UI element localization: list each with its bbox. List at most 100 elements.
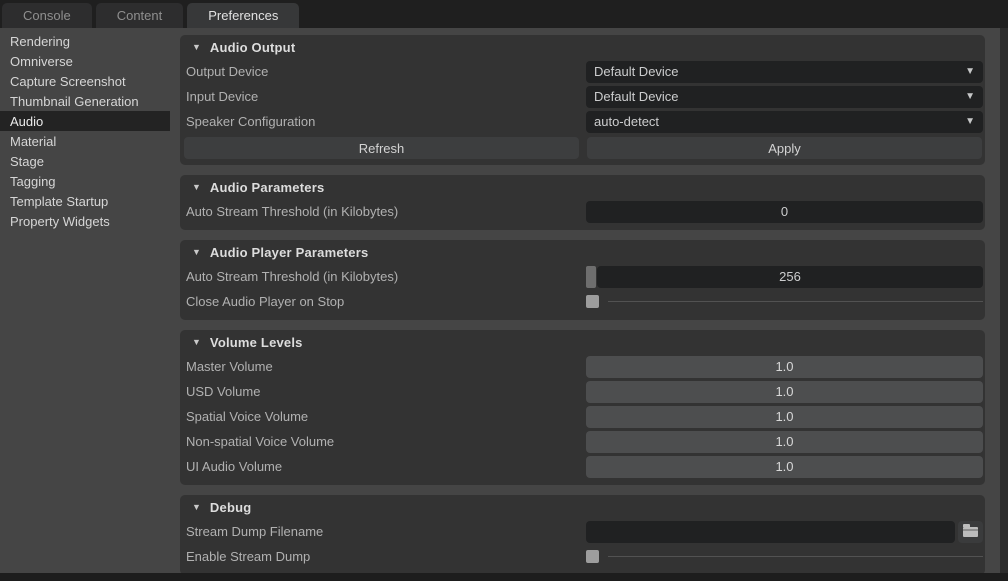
- collapse-arrow-icon: ▼: [192, 337, 201, 347]
- apply-button[interactable]: Apply: [587, 137, 982, 159]
- control-auto-stream-threshold-in-kilobytes: 0: [586, 201, 983, 223]
- button-row: Refresh Apply: [184, 137, 982, 159]
- control-auto-stream-threshold-in-kilobytes: 256: [586, 266, 983, 288]
- output-device-dropdown[interactable]: Default Device▼: [586, 61, 983, 83]
- control-stream-dump-filename: [586, 521, 983, 543]
- tab-content[interactable]: Content: [96, 3, 184, 28]
- stream-dump-filename-input[interactable]: [586, 521, 955, 543]
- field-label: Stream Dump Filename: [184, 524, 586, 539]
- field-label: Non-spatial Voice Volume: [184, 434, 586, 449]
- row-speaker-configuration: Speaker Configuration auto-detect ▼: [184, 109, 983, 134]
- field-label: Output Device: [184, 64, 586, 79]
- auto-stream-threshold-in-kilobytes-drag-field: 256: [586, 266, 983, 288]
- dropdown-arrow-icon: ▼: [957, 116, 975, 127]
- tab-preferences[interactable]: Preferences: [187, 3, 299, 28]
- input-value: 256: [779, 269, 801, 284]
- auto-stream-threshold-in-kilobytes-input[interactable]: 256: [597, 266, 983, 288]
- section-header-audio-parameters[interactable]: ▼ Audio Parameters: [184, 175, 983, 199]
- field-label: UI Audio Volume: [184, 459, 586, 474]
- section-volume-levels: ▼Volume LevelsMaster Volume1.0USD Volume…: [180, 330, 985, 485]
- tab-console[interactable]: Console: [2, 3, 92, 28]
- section-header-volume-levels[interactable]: ▼Volume Levels: [184, 330, 983, 354]
- row-usd-volume: USD Volume1.0: [184, 379, 983, 404]
- row-input-device: Input Device Default Device ▼: [184, 84, 983, 109]
- slider-value: 1.0: [775, 459, 793, 474]
- dropdown-value: Default Device: [594, 89, 679, 104]
- sidebar-item-audio[interactable]: Audio: [0, 111, 170, 131]
- section-debug: ▼ Debug Stream Dump Filename Enable Stream …: [180, 495, 985, 575]
- slider-value: 1.0: [775, 434, 793, 449]
- section-header-debug[interactable]: ▼ Debug: [184, 495, 983, 519]
- control-ui-audio-volume: 1.0: [586, 456, 983, 478]
- row-master-volume: Master Volume 1.0: [184, 354, 983, 379]
- window-bottom-edge: [0, 573, 1008, 581]
- input-device-dropdown[interactable]: Default Device ▼: [586, 86, 983, 108]
- close-audio-player-on-stop-checkbox-row: [586, 295, 983, 308]
- section-audio-parameters: ▼ Audio Parameters Auto Stream Threshold (…: [180, 175, 985, 230]
- sidebar-item-template-startup[interactable]: Template Startup: [0, 191, 170, 211]
- preferences-sidebar: RenderingOmniverseCapture ScreenshotThum…: [0, 28, 170, 231]
- row-enable-stream-dump: Enable Stream Dump: [184, 544, 983, 569]
- non-spatial-voice-volume-slider[interactable]: 1.0: [586, 431, 983, 453]
- section-title: Audio Parameters: [210, 180, 324, 195]
- tab-bar: ConsoleContentPreferences: [0, 0, 1008, 28]
- row-stream-dump-filename: Stream Dump Filename: [184, 519, 983, 544]
- section-title: Audio Output: [210, 40, 295, 55]
- master-volume-slider[interactable]: 1.0: [586, 356, 983, 378]
- field-label: Auto Stream Threshold (in Kilobytes): [184, 269, 586, 284]
- row-auto-stream-threshold-in-kilobytes: Auto Stream Threshold (in Kilobytes) 256: [184, 264, 983, 289]
- control-output-device: Default Device▼: [586, 61, 983, 83]
- field-label: Speaker Configuration: [184, 114, 586, 129]
- spatial-voice-volume-slider[interactable]: 1.0: [586, 406, 983, 428]
- field-label: Input Device: [184, 89, 586, 104]
- slider-value: 1.0: [775, 384, 793, 399]
- collapse-arrow-icon: ▼: [192, 247, 201, 257]
- field-label: Master Volume: [184, 359, 586, 374]
- control-speaker-configuration: auto-detect ▼: [586, 111, 983, 133]
- stream-dump-filename-file-row: [586, 521, 983, 543]
- sidebar-item-capture-screenshot[interactable]: Capture Screenshot: [0, 71, 170, 91]
- refresh-button[interactable]: Refresh: [184, 137, 579, 159]
- enable-stream-dump-checkbox[interactable]: [586, 550, 599, 563]
- section-title: Audio Player Parameters: [210, 245, 369, 260]
- collapse-arrow-icon: ▼: [192, 502, 201, 512]
- control-spatial-voice-volume: 1.0: [586, 406, 983, 428]
- dropdown-arrow-icon: ▼: [957, 91, 975, 102]
- field-label: Auto Stream Threshold (in Kilobytes): [184, 204, 586, 219]
- folder-icon: [963, 527, 978, 537]
- sidebar-item-thumbnail-generation[interactable]: Thumbnail Generation: [0, 91, 170, 111]
- input-value: 0: [781, 204, 788, 219]
- slider-value: 1.0: [775, 359, 793, 374]
- dropdown-value: auto-detect: [594, 114, 659, 129]
- vertical-scrollbar[interactable]: [1000, 28, 1008, 573]
- preferences-content: ▼Audio OutputOutput DeviceDefault Device…: [180, 28, 985, 581]
- sidebar-item-omniverse[interactable]: Omniverse: [0, 51, 170, 71]
- sidebar-item-material[interactable]: Material: [0, 131, 170, 151]
- drag-handle[interactable]: [586, 266, 596, 288]
- control-close-audio-player-on-stop: [586, 291, 983, 313]
- close-audio-player-on-stop-checkbox[interactable]: [586, 295, 599, 308]
- field-label: Enable Stream Dump: [184, 549, 586, 564]
- dropdown-value: Default Device: [594, 64, 679, 79]
- section-title: Debug: [210, 500, 251, 515]
- divider-line: [608, 301, 983, 302]
- sidebar-item-property-widgets[interactable]: Property Widgets: [0, 211, 170, 231]
- preferences-window: ConsoleContentPreferences RenderingOmniv…: [0, 0, 1008, 581]
- row-close-audio-player-on-stop: Close Audio Player on Stop: [184, 289, 983, 314]
- collapse-arrow-icon: ▼: [192, 182, 201, 192]
- control-input-device: Default Device ▼: [586, 86, 983, 108]
- browse-file-button[interactable]: [958, 521, 983, 543]
- control-usd-volume: 1.0: [586, 381, 983, 403]
- sidebar-item-stage[interactable]: Stage: [0, 151, 170, 171]
- auto-stream-threshold-in-kilobytes-input[interactable]: 0: [586, 201, 983, 223]
- sidebar-item-rendering[interactable]: Rendering: [0, 31, 170, 51]
- section-header-audio-output[interactable]: ▼Audio Output: [184, 35, 983, 59]
- speaker-configuration-dropdown[interactable]: auto-detect ▼: [586, 111, 983, 133]
- section-header-audio-player-parameters[interactable]: ▼ Audio Player Parameters: [184, 240, 983, 264]
- ui-audio-volume-slider[interactable]: 1.0: [586, 456, 983, 478]
- sidebar-item-tagging[interactable]: Tagging: [0, 171, 170, 191]
- usd-volume-slider[interactable]: 1.0: [586, 381, 983, 403]
- divider-line: [608, 556, 983, 557]
- row-ui-audio-volume: UI Audio Volume 1.0: [184, 454, 983, 479]
- control-non-spatial-voice-volume: 1.0: [586, 431, 983, 453]
